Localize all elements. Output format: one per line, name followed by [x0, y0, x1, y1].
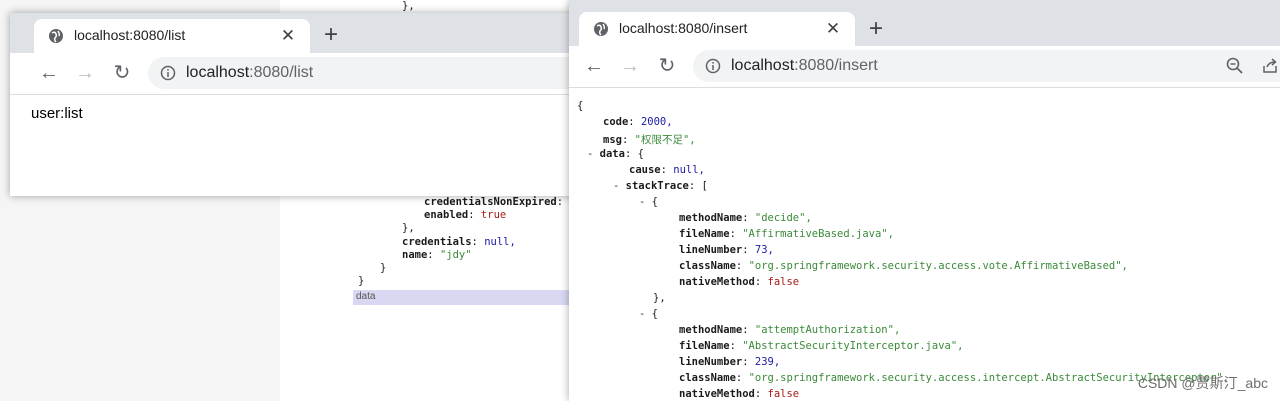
reload-icon[interactable]: ↻ — [656, 55, 678, 77]
browser-window-list: localhost:8080/list ✕ + ← → ↻ localhost:… — [10, 13, 585, 196]
close-icon[interactable]: ✕ — [278, 26, 298, 46]
json-line: fileName: "AbstractSecurityInterceptor.j… — [679, 340, 964, 352]
address-bar[interactable]: localhost:8080/insert — [693, 50, 1280, 82]
globe-icon — [594, 22, 608, 36]
tab-strip: localhost:8080/insert ✕ + — [569, 0, 1280, 46]
json-line: lineNumber: 73, — [679, 244, 774, 256]
tab-list[interactable]: localhost:8080/list ✕ — [34, 19, 310, 53]
plus-icon[interactable]: + — [863, 17, 889, 43]
json-line: fileName: "AffirmativeBased.java", — [679, 228, 894, 240]
address-bar[interactable]: localhost:8080/list — [148, 57, 585, 89]
watermark: CSDN @贾斯汀_abc — [1137, 375, 1268, 391]
plus-icon[interactable]: + — [318, 23, 344, 49]
page-content: user:list — [10, 95, 585, 196]
json-line: { — [577, 100, 584, 112]
json-line[interactable]: - { — [639, 308, 658, 320]
tab-insert[interactable]: localhost:8080/insert ✕ — [579, 12, 855, 46]
tab-title: localhost:8080/insert — [619, 20, 748, 36]
bg-json-line: }, — [402, 222, 415, 234]
json-line[interactable]: - { — [639, 196, 658, 208]
url-text: localhost:8080/list — [186, 64, 314, 81]
tab-strip: localhost:8080/list ✕ + — [10, 13, 585, 53]
globe-icon — [49, 29, 63, 43]
json-line: lineNumber: 239, — [679, 356, 781, 368]
json-line: msg: "权限不足", — [603, 134, 696, 146]
json-line: }, — [653, 292, 666, 304]
bg-json-line: credentialsNonExpired: tr — [424, 196, 582, 208]
collapse-toggle[interactable]: - — [587, 148, 593, 160]
collapse-toggle[interactable]: - — [613, 180, 619, 192]
url-text: localhost:8080/insert — [731, 57, 878, 74]
page-body-text: user:list — [31, 105, 83, 122]
collapse-toggle[interactable]: - — [639, 308, 645, 320]
json-line: nativeMethod: false — [679, 276, 800, 288]
json-line: methodName: "attemptAuthorization", — [679, 324, 901, 336]
json-line: methodName: "decide", — [679, 212, 812, 224]
collapse-toggle[interactable]: - — [639, 196, 645, 208]
json-line: cause: null, — [629, 164, 705, 176]
json-viewer: { code: 2000, msg: "权限不足", - data: { cau… — [569, 88, 1280, 401]
forward-arrow-icon[interactable]: → — [74, 62, 96, 84]
json-line[interactable]: - stackTrace: [ — [613, 180, 708, 192]
bg-json-line: } — [380, 262, 387, 274]
json-line[interactable]: - data: { — [587, 148, 644, 160]
back-arrow-icon[interactable]: ← — [583, 55, 605, 77]
json-line: code: 2000, — [603, 116, 673, 128]
background-selection-bar: data — [353, 290, 583, 305]
back-arrow-icon[interactable]: ← — [38, 62, 60, 84]
bg-json-line: } — [358, 275, 365, 287]
toolbar: ← → ↻ localhost:8080/list — [10, 53, 585, 95]
zoom-out-icon[interactable] — [1225, 56, 1245, 76]
bg-json-line: }, — [402, 0, 415, 12]
share-icon[interactable] — [1261, 56, 1280, 76]
tab-title: localhost:8080/list — [74, 27, 186, 43]
bg-json-line: credentials: null, — [402, 236, 516, 248]
bg-json-line: name: "jdy" — [402, 249, 472, 261]
info-icon[interactable] — [705, 58, 721, 74]
info-icon[interactable] — [160, 65, 176, 81]
json-line: className: "org.springframework.security… — [679, 260, 1128, 272]
toolbar: ← → ↻ localhost:8080/insert — [569, 46, 1280, 88]
close-icon[interactable]: ✕ — [823, 19, 843, 39]
browser-window-insert: localhost:8080/insert ✕ + ← → ↻ localhos… — [569, 0, 1280, 401]
bg-json-line: enabled: true — [424, 209, 507, 221]
forward-arrow-icon[interactable]: → — [619, 55, 641, 77]
json-line: nativeMethod: false — [679, 388, 800, 400]
reload-icon[interactable]: ↻ — [111, 62, 133, 84]
